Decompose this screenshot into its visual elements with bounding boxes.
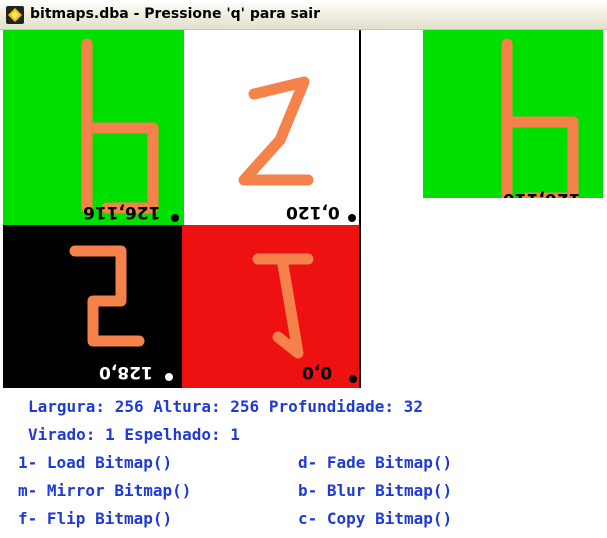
glyph-one <box>252 253 314 359</box>
bitmap-tile-bottom-left: 128,0 <box>3 225 182 388</box>
glyph-h <box>81 38 159 214</box>
title-bar[interactable]: bitmaps.dba - Pressione 'q' para sair <box>0 0 607 30</box>
window-title: bitmaps.dba - Pressione 'q' para sair <box>30 6 320 22</box>
tile-origin-dot <box>165 373 173 381</box>
tile-coord-label: 126,116 <box>503 189 580 198</box>
glyph-z <box>69 245 145 347</box>
menu-option-mirror: m- Mirror Bitmap() <box>18 481 192 500</box>
menu-option-blur: b- Blur Bitmap() <box>298 481 453 500</box>
menu-option-load: 1- Load Bitmap() <box>18 453 173 472</box>
menu-option-flip: f- Flip Bitmap() <box>18 509 173 528</box>
app-icon <box>6 6 24 24</box>
bitmap-info-line: Largura: 256 Altura: 256 Profundidade: 3… <box>28 397 423 416</box>
menu-option-copy: c- Copy Bitmap() <box>298 509 453 528</box>
tile-coord-label: 0,120 <box>286 202 340 222</box>
glyph-sigma <box>238 76 314 186</box>
tile-coord-label: 0,0 <box>302 362 333 382</box>
bitmap-tile-top-right: 0,120 <box>184 30 359 225</box>
tile-origin-dot <box>171 214 179 222</box>
tile-origin-dot <box>348 214 356 222</box>
bitmap-tile-bottom-right: 0,0 <box>182 225 359 388</box>
bitmap-state-line: Virado: 1 Espelhado: 1 <box>28 425 240 444</box>
bitmap-copy-tile: 126,116 <box>423 30 603 198</box>
glyph-h <box>501 38 579 198</box>
tile-coord-label: 126,116 <box>83 202 161 222</box>
tile-origin-dot <box>349 375 357 383</box>
menu-option-fade: d- Fade Bitmap() <box>298 453 453 472</box>
tile-coord-label: 128,0 <box>99 362 153 382</box>
bitmap-tile-top-left: 126,116 <box>3 30 184 225</box>
tile-divider <box>359 30 361 388</box>
